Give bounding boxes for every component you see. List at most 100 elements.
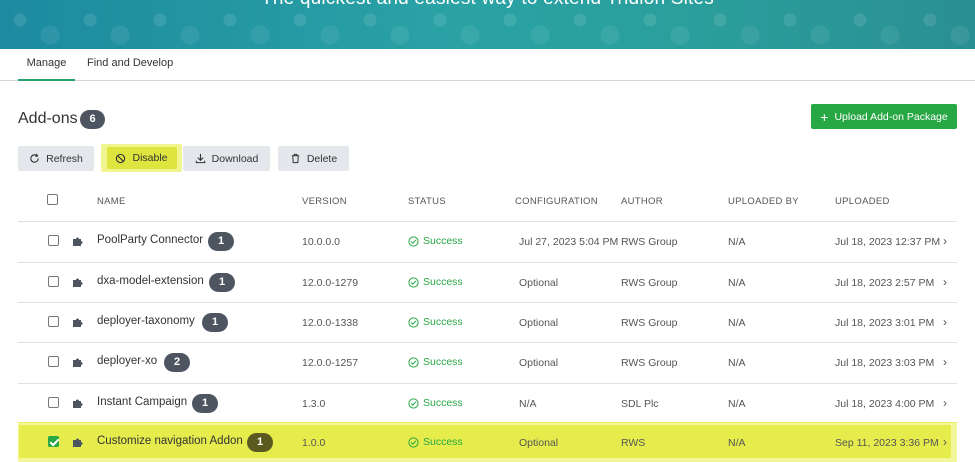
addon-uploaded: Jul 18, 2023 4:00 PM	[835, 398, 935, 410]
row-checkbox[interactable]	[48, 276, 59, 287]
refresh-label: Refresh	[46, 152, 83, 165]
status-text: Success	[423, 316, 463, 328]
puzzle-icon	[73, 399, 83, 408]
addon-author: RWS	[621, 437, 646, 449]
addon-name[interactable]: PoolParty Connector	[97, 234, 203, 246]
col-header-uploaded-by[interactable]: UPLOADED BY	[728, 196, 799, 207]
col-header-version[interactable]: VERSION	[302, 196, 347, 207]
col-header-uploaded[interactable]: UPLOADED	[835, 196, 890, 207]
addon-name[interactable]: deployer-taxonomy	[97, 315, 195, 327]
tab-bar: Manage Find and Develop	[0, 49, 975, 81]
addon-author: SDL Plc	[621, 398, 659, 410]
col-header-author[interactable]: AUTHOR	[621, 196, 663, 207]
upload-button-label: Upload Add-on Package	[834, 110, 948, 123]
puzzle-icon	[73, 358, 83, 367]
table-row[interactable]: deployer-taxonomy 1 12.0.0-1338 Success …	[18, 302, 957, 342]
chevron-right-icon[interactable]: ›	[943, 396, 947, 410]
addon-uploaded: Jul 18, 2023 3:01 PM	[835, 317, 935, 329]
addon-version: 12.0.0-1338	[302, 317, 359, 329]
row-checkbox[interactable]	[48, 235, 59, 246]
addon-author: RWS Group	[621, 236, 678, 248]
addon-item-badge: 1	[192, 394, 218, 413]
addon-status: Success	[408, 397, 463, 409]
chevron-right-icon[interactable]: ›	[943, 234, 947, 248]
table-row[interactable]: dxa-model-extension 1 12.0.0-1279 Succes…	[18, 262, 957, 302]
download-button[interactable]: Download	[183, 146, 270, 171]
puzzle-icon	[73, 278, 83, 287]
addon-configuration: Jul 27, 2023 5:04 PM	[519, 236, 619, 248]
chevron-right-icon[interactable]: ›	[943, 275, 947, 289]
puzzle-icon	[73, 318, 83, 327]
upload-addon-package-button[interactable]: + Upload Add-on Package	[811, 104, 957, 129]
col-header-name[interactable]: NAME	[97, 196, 126, 207]
addon-status: Success	[408, 235, 463, 247]
trash-icon	[291, 153, 299, 164]
addon-item-badge: 1	[247, 433, 273, 452]
select-all-checkbox[interactable]	[47, 194, 58, 205]
chevron-right-icon[interactable]: ›	[943, 435, 947, 449]
refresh-icon	[30, 153, 39, 163]
addon-status: Success	[408, 356, 463, 368]
check-circle-icon	[408, 397, 419, 409]
addon-uploaded: Jul 18, 2023 12:37 PM	[835, 236, 941, 248]
download-icon	[195, 153, 205, 164]
block-icon	[116, 153, 126, 163]
disable-button[interactable]: Disable	[101, 144, 182, 172]
row-checkbox[interactable]	[48, 316, 59, 327]
status-text: Success	[423, 235, 463, 247]
check-circle-icon	[408, 276, 419, 288]
col-header-configuration[interactable]: CONFIGURATION	[515, 196, 598, 207]
addon-status: Success	[408, 316, 463, 328]
table-row[interactable]: PoolParty Connector 1 10.0.0.0 Success J…	[18, 221, 957, 261]
puzzle-icon	[73, 237, 83, 246]
addon-version: 10.0.0.0	[302, 236, 340, 248]
addon-uploaded: Jul 18, 2023 2:57 PM	[835, 277, 935, 289]
disable-label: Disable	[132, 152, 168, 164]
addon-uploaded-by: N/A	[728, 236, 746, 248]
table-row-selected[interactable]: Customize navigation Addon 1 1.0.0 Succe…	[18, 422, 957, 462]
addon-name[interactable]: Customize navigation Addon	[97, 435, 243, 447]
addon-name[interactable]: dxa-model-extension	[97, 275, 204, 287]
addon-status: Success	[408, 436, 463, 448]
banner-title: The quickest and easiest way to extend T…	[0, 0, 975, 10]
row-checkbox-checked[interactable]	[48, 436, 59, 447]
addon-version: 1.3.0	[302, 398, 326, 410]
table-row[interactable]: deployer-xo 2 12.0.0-1257 Success Option…	[18, 342, 957, 382]
addon-version: 12.0.0-1257	[302, 357, 359, 369]
table-row[interactable]: Instant Campaign 1 1.3.0 Success N/A SDL…	[18, 383, 957, 423]
addon-uploaded: Sep 11, 2023 3:36 PM	[835, 437, 939, 449]
addon-configuration: Optional	[519, 317, 559, 329]
disable-button-inner: Disable	[106, 147, 177, 169]
col-header-status[interactable]: STATUS	[408, 196, 446, 207]
page-title: Add-ons	[18, 110, 78, 127]
header-banner: The quickest and easiest way to extend T…	[0, 0, 975, 49]
chevron-right-icon[interactable]: ›	[943, 355, 947, 369]
addon-configuration: Optional	[519, 357, 559, 369]
addon-count-badge: 6	[80, 110, 105, 129]
addon-configuration: Optional	[519, 277, 559, 289]
row-checkbox[interactable]	[48, 356, 59, 367]
addon-name[interactable]: Instant Campaign	[97, 396, 187, 408]
chevron-right-icon[interactable]: ›	[943, 315, 947, 329]
addon-uploaded: Jul 18, 2023 3:03 PM	[835, 357, 935, 369]
refresh-button[interactable]: Refresh	[18, 146, 94, 171]
row-checkbox[interactable]	[48, 397, 59, 408]
addon-name[interactable]: deployer-xo	[97, 355, 157, 367]
addon-author: RWS Group	[621, 317, 678, 329]
tab-find-and-develop[interactable]: Find and Develop	[87, 57, 173, 81]
delete-label: Delete	[306, 152, 338, 165]
addon-version: 12.0.0-1279	[302, 277, 359, 289]
status-text: Success	[423, 356, 463, 368]
addon-item-badge: 2	[164, 353, 190, 372]
addon-status: Success	[408, 276, 463, 288]
addon-uploaded-by: N/A	[728, 277, 746, 289]
status-text: Success	[423, 276, 463, 288]
addon-item-badge: 1	[209, 273, 235, 292]
addon-uploaded-by: N/A	[728, 317, 746, 329]
tab-manage[interactable]: Manage	[18, 57, 75, 81]
plus-icon: +	[820, 108, 829, 125]
download-label: Download	[211, 152, 259, 165]
delete-button[interactable]: Delete	[278, 146, 349, 171]
addon-uploaded-by: N/A	[728, 398, 746, 410]
addon-item-badge: 1	[208, 232, 234, 251]
